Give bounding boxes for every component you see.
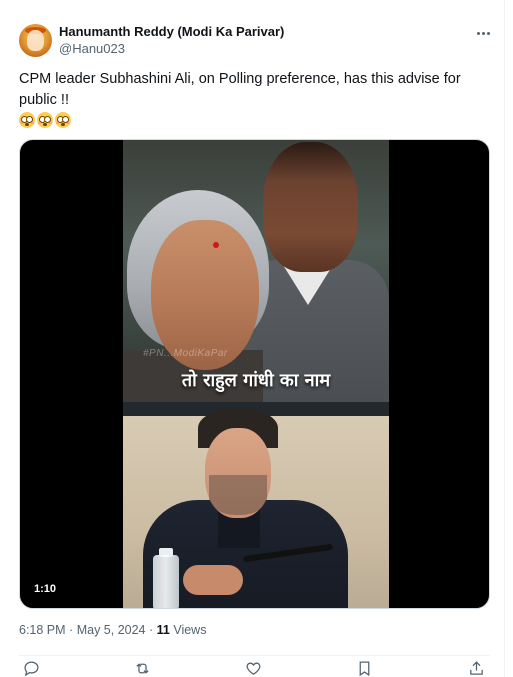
meta-separator: ·	[148, 623, 154, 637]
views-label: Views	[173, 623, 207, 637]
like-button[interactable]	[245, 660, 263, 677]
video-watermark: #PN...ModiKaPar	[143, 348, 228, 359]
man-hand	[183, 565, 243, 595]
author-display-name[interactable]: Hanumanth Reddy (Modi Ka Parivar)	[59, 23, 284, 40]
tweet-header: Hanumanth Reddy (Modi Ka Parivar) @Hanu0…	[19, 22, 495, 62]
tweet-card: Hanumanth Reddy (Modi Ka Parivar) @Hanu0…	[0, 0, 505, 677]
tweet-text: CPM leader Subhashini Ali, on Polling pr…	[19, 69, 489, 128]
bookmark-button[interactable]	[356, 660, 374, 677]
tweet-body: CPM leader Subhashini Ali, on Polling pr…	[19, 71, 461, 108]
avatar[interactable]	[19, 24, 52, 57]
like-icon	[246, 662, 261, 675]
bookmark-icon	[359, 661, 370, 677]
dot	[486, 31, 490, 35]
flushed-face-icon	[19, 112, 35, 128]
more-options-icon[interactable]	[473, 25, 493, 41]
flushed-face-icon	[55, 112, 71, 128]
dot	[476, 31, 480, 35]
reply-icon	[23, 661, 39, 677]
man-beard	[209, 475, 267, 515]
dot	[481, 31, 485, 35]
tweet-time[interactable]: 6:18 PM	[19, 623, 66, 637]
meta-separator: ·	[69, 623, 74, 637]
emoji-row	[19, 112, 489, 128]
author-names: Hanumanth Reddy (Modi Ka Parivar) @Hanu0…	[59, 23, 284, 57]
video-player[interactable]: #PN...ModiKaPar तो राहुल गांधी का नाम 1:…	[19, 139, 490, 609]
retweet-icon	[136, 663, 149, 674]
divider	[19, 655, 490, 656]
author-handle[interactable]: @Hanu023	[59, 40, 284, 57]
views-count[interactable]: 11	[157, 623, 170, 637]
video-caption: तो राहुल गांधी का नाम	[181, 370, 331, 391]
retweet-button[interactable]	[133, 660, 151, 677]
background-man-head	[263, 142, 358, 272]
share-button[interactable]	[467, 660, 485, 677]
tweet-meta: 6:18 PM · May 5, 2024 · 11 Views	[19, 623, 206, 637]
video-frame: #PN...ModiKaPar तो राहुल गांधी का नाम	[123, 140, 389, 608]
flushed-face-icon	[37, 112, 53, 128]
share-icon	[469, 661, 483, 675]
avatar-figure	[27, 30, 44, 51]
reply-button[interactable]	[22, 660, 40, 677]
water-bottle	[153, 555, 179, 608]
video-duration: 1:10	[34, 583, 57, 595]
tweet-date[interactable]: May 5, 2024	[77, 623, 146, 637]
action-bar	[19, 660, 490, 677]
bindi	[213, 242, 219, 248]
